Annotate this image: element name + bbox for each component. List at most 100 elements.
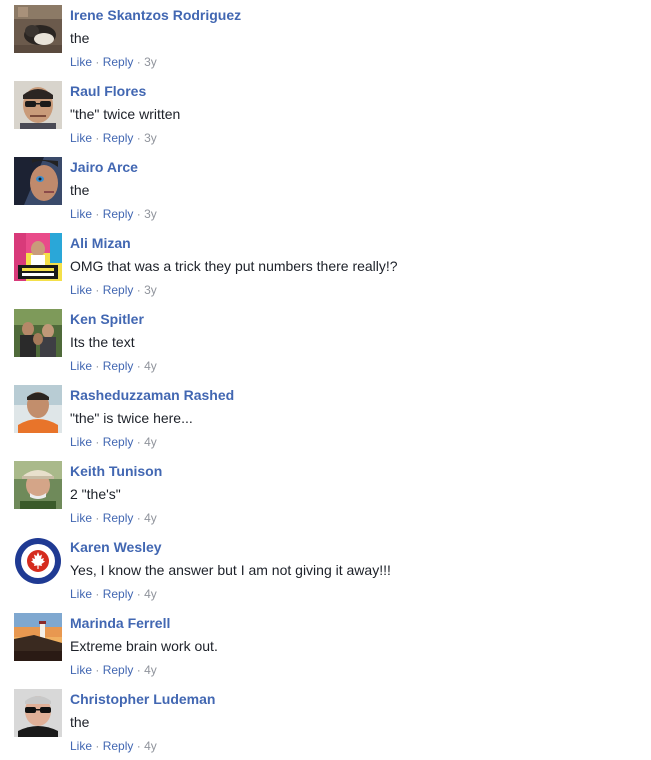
comment-age[interactable]: 4y xyxy=(144,663,157,677)
comment-actions: Like · Reply · 4y xyxy=(70,511,157,525)
commenter-name[interactable]: Raul Flores xyxy=(70,83,146,99)
comment-actions: Like · Reply · 4y xyxy=(70,739,157,753)
avatar[interactable] xyxy=(14,309,62,357)
like-link[interactable]: Like xyxy=(70,435,92,449)
separator: · xyxy=(95,131,103,145)
commenter-name[interactable]: Irene Skantzos Rodriguez xyxy=(70,7,241,23)
like-link[interactable]: Like xyxy=(70,283,92,297)
comment-actions: Like · Reply · 4y xyxy=(70,587,157,601)
comment-age[interactable]: 4y xyxy=(144,511,157,525)
comment-text: the xyxy=(70,30,90,46)
commenter-name[interactable]: Marinda Ferrell xyxy=(70,615,170,631)
separator: · xyxy=(136,55,145,69)
comment-actions: Like · Reply · 3y xyxy=(70,207,157,221)
comment-item: Ken Spitler Its the text Like · Reply · … xyxy=(0,304,651,380)
commenter-name[interactable]: Ali Mizan xyxy=(70,235,131,251)
comment-text: "the" is twice here... xyxy=(70,410,193,426)
reply-link[interactable]: Reply xyxy=(103,55,134,69)
separator: · xyxy=(95,739,103,753)
separator: · xyxy=(136,663,145,677)
comment-item: Christopher Ludeman the Like · Reply · 4… xyxy=(0,684,651,760)
comment-age[interactable]: 4y xyxy=(144,739,157,753)
separator: · xyxy=(95,511,103,525)
comment-item: Marinda Ferrell Extreme brain work out. … xyxy=(0,608,651,684)
separator: · xyxy=(136,739,145,753)
like-link[interactable]: Like xyxy=(70,587,92,601)
separator: · xyxy=(95,55,103,69)
commenter-name[interactable]: Christopher Ludeman xyxy=(70,691,215,707)
comment-text: the xyxy=(70,182,90,198)
separator: · xyxy=(95,587,103,601)
separator: · xyxy=(136,587,145,601)
comment-item: Rasheduzzaman Rashed "the" is twice here… xyxy=(0,380,651,456)
comment-text: Its the text xyxy=(70,334,135,350)
avatar[interactable] xyxy=(14,157,62,205)
separator: · xyxy=(95,283,103,297)
reply-link[interactable]: Reply xyxy=(103,359,134,373)
separator: · xyxy=(95,435,103,449)
separator: · xyxy=(136,283,145,297)
reply-link[interactable]: Reply xyxy=(103,207,134,221)
reply-link[interactable]: Reply xyxy=(103,283,134,297)
separator: · xyxy=(136,359,145,373)
comment-text: the xyxy=(70,714,90,730)
separator: · xyxy=(136,131,145,145)
comment-age[interactable]: 3y xyxy=(144,55,157,69)
reply-link[interactable]: Reply xyxy=(103,587,134,601)
reply-link[interactable]: Reply xyxy=(103,663,134,677)
like-link[interactable]: Like xyxy=(70,511,92,525)
comment-age[interactable]: 3y xyxy=(144,207,157,221)
reply-link[interactable]: Reply xyxy=(103,131,134,145)
separator: · xyxy=(136,207,145,221)
like-link[interactable]: Like xyxy=(70,359,92,373)
reply-link[interactable]: Reply xyxy=(103,435,134,449)
comment-item: Ali Mizan OMG that was a trick they put … xyxy=(0,228,651,304)
reply-link[interactable]: Reply xyxy=(103,511,134,525)
avatar[interactable] xyxy=(14,537,62,585)
avatar[interactable] xyxy=(14,5,62,53)
avatar[interactable] xyxy=(14,689,62,737)
avatar[interactable] xyxy=(14,233,62,281)
comment-item: Irene Skantzos Rodriguez the Like · Repl… xyxy=(0,0,651,76)
comment-actions: Like · Reply · 4y xyxy=(70,663,157,677)
avatar[interactable] xyxy=(14,81,62,129)
comment-actions: Like · Reply · 3y xyxy=(70,131,157,145)
comment-text: 2 "the's" xyxy=(70,486,121,502)
comment-age[interactable]: 4y xyxy=(144,587,157,601)
comment-actions: Like · Reply · 3y xyxy=(70,55,157,69)
comment-actions: Like · Reply · 3y xyxy=(70,283,157,297)
comment-age[interactable]: 4y xyxy=(144,359,157,373)
like-link[interactable]: Like xyxy=(70,663,92,677)
separator: · xyxy=(95,207,103,221)
commenter-name[interactable]: Ken Spitler xyxy=(70,311,144,327)
separator: · xyxy=(95,359,103,373)
comment-age[interactable]: 3y xyxy=(144,283,157,297)
comment-text: OMG that was a trick they put numbers th… xyxy=(70,258,398,274)
separator: · xyxy=(136,435,145,449)
comment-item: Karen Wesley Yes, I know the answer but … xyxy=(0,532,651,608)
like-link[interactable]: Like xyxy=(70,739,92,753)
separator: · xyxy=(95,663,103,677)
comment-item: Raul Flores "the" twice written Like · R… xyxy=(0,76,651,152)
comment-item: Keith Tunison 2 "the's" Like · Reply · 4… xyxy=(0,456,651,532)
comment-actions: Like · Reply · 4y xyxy=(70,359,157,373)
comment-text: Yes, I know the answer but I am not givi… xyxy=(70,562,391,578)
comment-item: Jairo Arce the Like · Reply · 3y xyxy=(0,152,651,228)
comment-age[interactable]: 3y xyxy=(144,131,157,145)
comment-text: "the" twice written xyxy=(70,106,181,122)
commenter-name[interactable]: Jairo Arce xyxy=(70,159,138,175)
like-link[interactable]: Like xyxy=(70,207,92,221)
like-link[interactable]: Like xyxy=(70,131,92,145)
commenter-name[interactable]: Keith Tunison xyxy=(70,463,162,479)
comment-text: Extreme brain work out. xyxy=(70,638,218,654)
comment-actions: Like · Reply · 4y xyxy=(70,435,157,449)
commenter-name[interactable]: Karen Wesley xyxy=(70,539,162,555)
comment-age[interactable]: 4y xyxy=(144,435,157,449)
avatar[interactable] xyxy=(14,613,62,661)
like-link[interactable]: Like xyxy=(70,55,92,69)
reply-link[interactable]: Reply xyxy=(103,739,134,753)
avatar[interactable] xyxy=(14,385,62,433)
separator: · xyxy=(136,511,145,525)
commenter-name[interactable]: Rasheduzzaman Rashed xyxy=(70,387,234,403)
avatar[interactable] xyxy=(14,461,62,509)
